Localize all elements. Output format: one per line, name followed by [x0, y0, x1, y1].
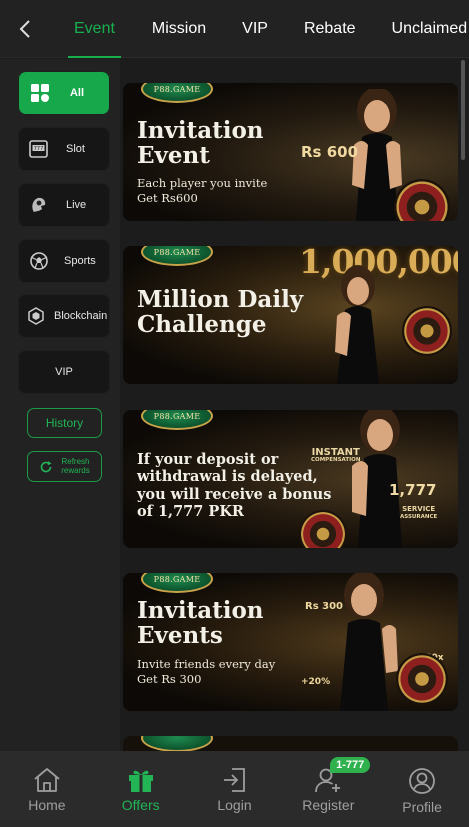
nav-home[interactable]: Home [0, 751, 94, 827]
banner-invitation-events[interactable]: Rs 300 +20% 300x P88.GAME Invitation Eve… [123, 573, 458, 711]
slot-machine-icon: 777 [18, 127, 60, 171]
banner-delayed-deposit-bonus[interactable]: INSTANT COMPENSATION 1,777 SERVICE ASSUR… [123, 410, 458, 548]
refresh-text: Refresh rewards [61, 457, 90, 476]
tab-list: Event Mission VIP Rebate Unclaimed [50, 0, 469, 58]
back-button[interactable] [0, 0, 50, 58]
profile-icon [409, 768, 435, 794]
nav-profile[interactable]: Profile [375, 751, 469, 827]
category-label: Slot [66, 143, 85, 155]
nav-label: Profile [402, 799, 442, 815]
nav-label: Home [28, 797, 66, 813]
brand-logo-partial [141, 736, 213, 752]
nav-label: Offers [121, 797, 160, 813]
tab-unclaimed[interactable]: Unclaimed [392, 0, 468, 58]
gift-icon [128, 770, 153, 792]
category-sports[interactable]: Sports [18, 239, 110, 283]
banner-subtitle: Each player you invite Get Rs600 [137, 176, 267, 206]
live-dealer-icon [18, 183, 60, 227]
grid-icon [18, 71, 56, 115]
tab-vip[interactable]: VIP [242, 0, 268, 58]
tab-mission[interactable]: Mission [152, 0, 206, 58]
history-button[interactable]: History [27, 408, 102, 438]
category-label: All [69, 87, 85, 99]
banner-line-1: If your deposit or [137, 451, 279, 468]
percentage-decoration: +20% [301, 677, 331, 687]
login-icon [224, 768, 246, 792]
category-label: Blockchain [54, 310, 108, 322]
banner-subtitle-line-1: Invite friends every day [137, 657, 276, 671]
soccer-ball-icon [18, 239, 60, 283]
prize-amount-decoration: Rs 600 [301, 143, 359, 161]
category-label: Live [66, 199, 87, 211]
banner-title-line-2: Event [137, 141, 210, 169]
banner-title: Million Daily Challenge [137, 286, 304, 338]
category-sidebar: All 777 Slot Live Sports Blockchain VIP … [0, 59, 120, 751]
nav-login[interactable]: Login [188, 751, 282, 827]
nav-label: Login [217, 797, 252, 813]
bonus-amount-decoration: 1,777 [389, 481, 437, 499]
refresh-label-2: rewards [61, 465, 90, 475]
category-slot[interactable]: 777 Slot [18, 127, 110, 171]
category-label: Sports [64, 255, 96, 267]
banner-title-line-1: Million Daily [137, 286, 304, 313]
banner-title: Invitation Events [137, 597, 264, 649]
banner-line-4: of 1,777 PKR [137, 503, 244, 521]
banner-title: Invitation Event [137, 117, 264, 169]
history-label: History [45, 416, 84, 430]
banner-title-line-2: Challenge [137, 310, 267, 338]
svg-text:777: 777 [34, 146, 44, 152]
top-tab-bar: Event Mission VIP Rebate Unclaimed [0, 0, 469, 58]
deco-service: SERVICE [402, 505, 436, 513]
banner-line-3: you will receive a bonus [137, 485, 332, 503]
tab-rebate[interactable]: Rebate [304, 0, 356, 58]
refresh-rewards-button[interactable]: Refresh rewards [27, 451, 102, 482]
deco-assurance: ASSURANCE [400, 513, 438, 520]
roulette-wheel-decoration [402, 306, 452, 356]
blockchain-cube-icon [18, 294, 54, 338]
banner-subtitle-line-1: Each player you invite [137, 176, 268, 190]
home-icon [34, 768, 60, 792]
roulette-wheel-decoration [396, 653, 448, 705]
banner-invitation-event[interactable]: Rs 600 P88.GAME Invitation Event Each pl… [123, 83, 458, 221]
hostess-illustration [340, 573, 398, 711]
service-assurance-decoration: SERVICE ASSURANCE [400, 505, 438, 520]
chevron-left-icon [19, 19, 30, 38]
scrollbar[interactable] [461, 60, 465, 160]
banner-title-line-1: Invitation [137, 597, 264, 624]
tab-event[interactable]: Event [68, 0, 121, 58]
banner-subtitle-line-2: Get Rs600 [137, 190, 198, 205]
nav-label: Register [302, 797, 355, 813]
hostess-illustration [335, 265, 379, 384]
register-badge: 1-777 [330, 757, 371, 773]
nav-offers[interactable]: Offers [94, 751, 188, 827]
category-all[interactable]: All [18, 71, 110, 115]
banner-subtitle-line-2: Get Rs 300 [137, 671, 202, 686]
refresh-icon [40, 460, 52, 472]
bottom-nav: Home Offers Login 1-777 Register Profile [0, 751, 469, 827]
banner-title-line-2: Events [137, 621, 223, 649]
banner-line-2: withdrawal is delayed, [137, 468, 318, 486]
banner-million-daily-challenge[interactable]: 1,000,000 P88.GAME Million Daily Challen… [123, 246, 458, 384]
category-vip[interactable]: VIP [18, 350, 110, 394]
category-live[interactable]: Live [18, 183, 110, 227]
reward-amount-decoration: Rs 300 [305, 601, 344, 612]
banner-subtitle: Invite friends every day Get Rs 300 [137, 657, 275, 687]
banner-title: If your deposit or withdrawal is delayed… [137, 451, 331, 521]
nav-register[interactable]: 1-777 Register [281, 751, 375, 827]
category-blockchain[interactable]: Blockchain [18, 294, 110, 338]
category-label: VIP [55, 366, 73, 378]
banner-title-line-1: Invitation [137, 117, 264, 144]
